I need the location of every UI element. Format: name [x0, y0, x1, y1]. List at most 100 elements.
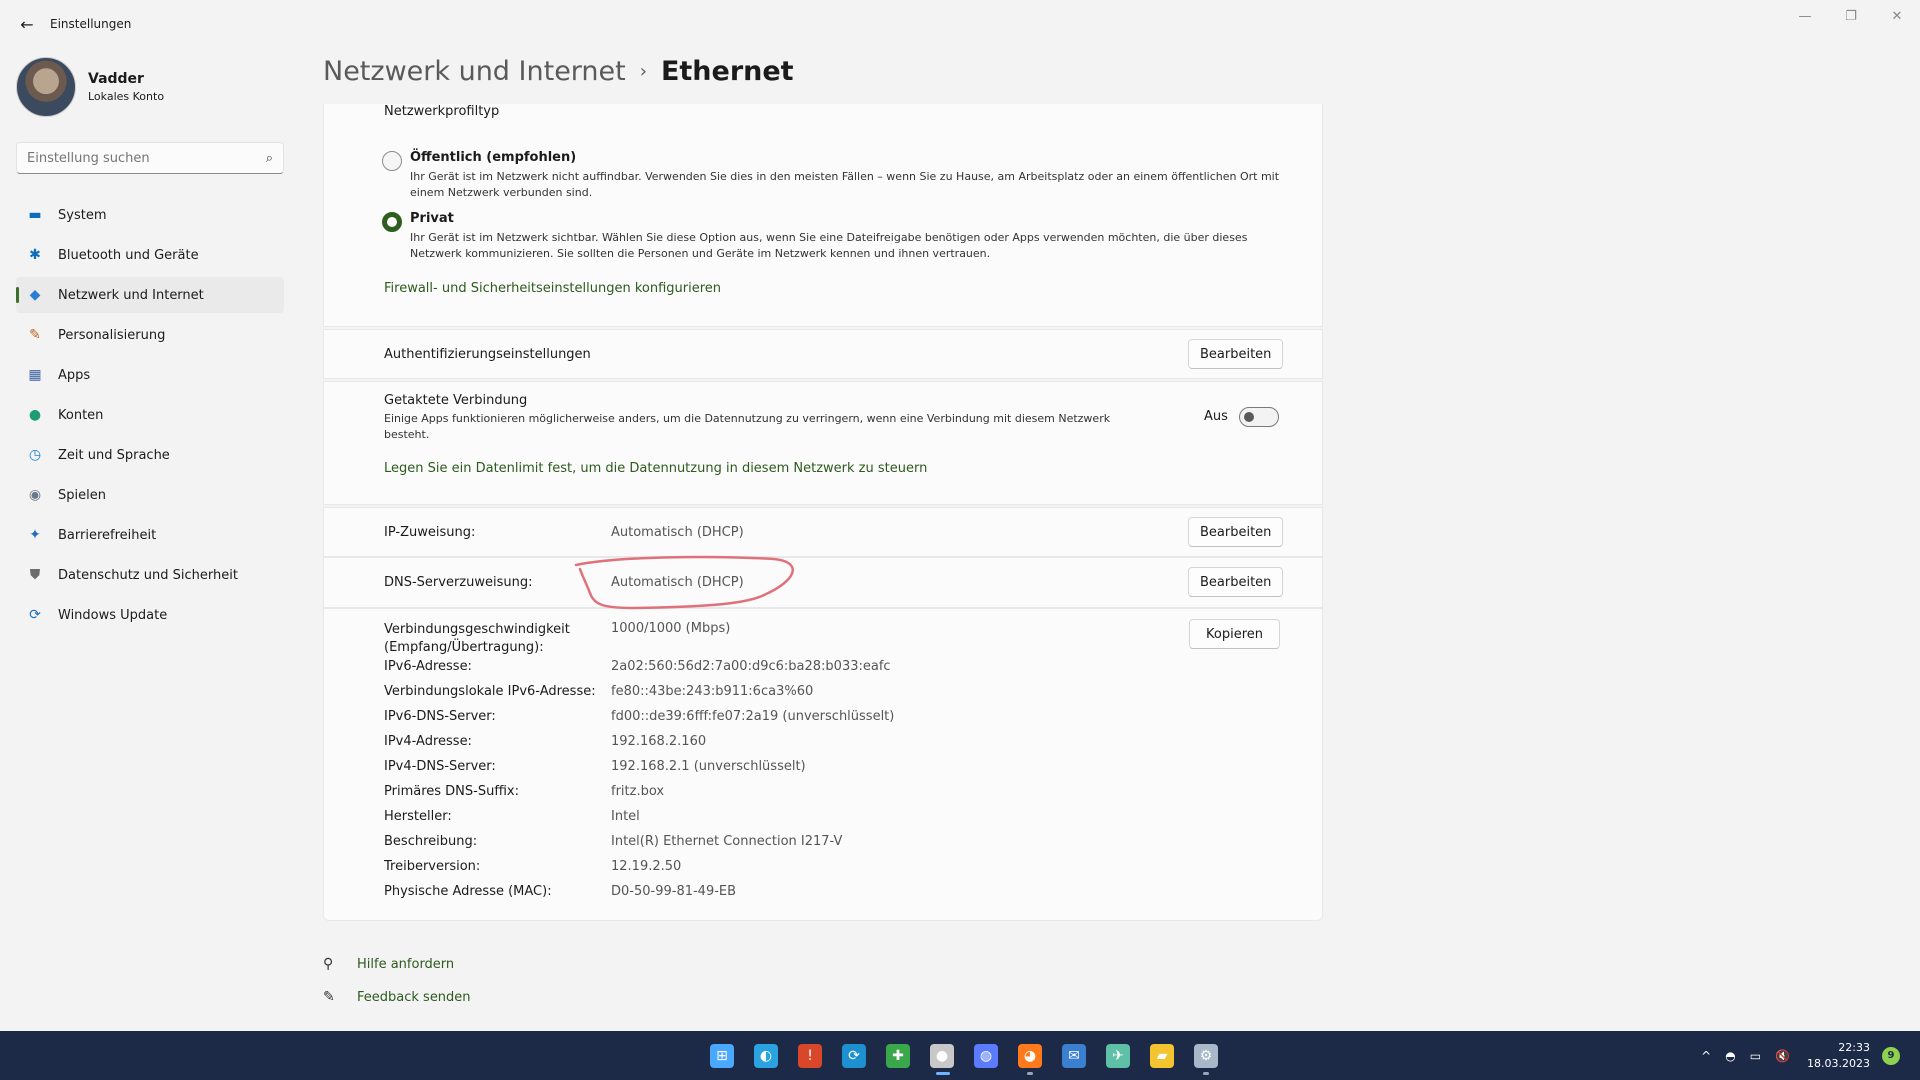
- sidebar-item-label: Barrierefreiheit: [58, 527, 157, 543]
- sidebar-item-barrierefreiheit[interactable]: ✦ Barrierefreiheit: [16, 517, 284, 553]
- feedback-label[interactable]: Feedback senden: [357, 990, 471, 1005]
- taskbar-app-explorer[interactable]: ▰: [1140, 1036, 1184, 1076]
- radio-public-indicator[interactable]: [382, 151, 402, 171]
- toggle-knob: [1244, 412, 1254, 422]
- property-row: IPv6-Adresse: 2a02:560:56d2:7a00:d9c6:ba2…: [384, 659, 891, 679]
- clock-time: 22:33: [1838, 1040, 1870, 1054]
- sidebar-item-zeit-und-sprache[interactable]: ◷ Zeit und Sprache: [16, 437, 284, 473]
- sidebar-item-system[interactable]: ▬ System: [16, 197, 284, 233]
- taskbar-app-edge[interactable]: ◐: [744, 1036, 788, 1076]
- chat-icon: ◍: [974, 1043, 998, 1068]
- radio-private[interactable]: Privat Ihr Gerät ist im Netzwerk sichtba…: [382, 211, 1290, 262]
- property-value: fd00::de39:6fff:fe07:2a19 (unverschlüsse…: [611, 709, 895, 724]
- property-value: 192.168.2.160: [611, 734, 707, 749]
- taskbar-app-app-bird[interactable]: ●: [920, 1036, 964, 1076]
- taskbar-app-sync[interactable]: ⟳: [832, 1036, 876, 1076]
- sidebar-item-netzwerk-und-internet[interactable]: ◆ Netzwerk und Internet: [16, 277, 284, 313]
- auth-edit-button[interactable]: Bearbeiten: [1188, 339, 1284, 369]
- sidebar-item-icon: ◆: [29, 287, 41, 303]
- sidebar-item-label: Netzwerk und Internet: [58, 287, 204, 303]
- dns-assignment-value: Automatisch (DHCP): [611, 575, 744, 590]
- minimize-button[interactable]: —: [1782, 0, 1828, 32]
- taskbar-app-puzzle[interactable]: ✚: [876, 1036, 920, 1076]
- clock-date: 18.03.2023: [1807, 1056, 1870, 1070]
- sidebar-item-apps[interactable]: ▦ Apps: [16, 357, 284, 393]
- sidebar-item-konten[interactable]: ● Konten: [16, 397, 284, 433]
- maximize-button[interactable]: ❐: [1828, 0, 1874, 32]
- property-label: IPv6-Adresse:: [384, 659, 472, 674]
- feedback-icon: ✎: [323, 989, 335, 1005]
- breadcrumb: Netzwerk und Internet › Ethernet: [323, 56, 794, 87]
- feedback-link[interactable]: ✎ Feedback senden: [323, 989, 471, 1005]
- taskbar-app-thunderbird[interactable]: ✉: [1052, 1036, 1096, 1076]
- radio-public[interactable]: Öffentlich (empfohlen) Ihr Gerät ist im …: [382, 150, 1290, 201]
- property-row: Beschreibung: Intel(R) Ethernet Connectio…: [384, 834, 842, 854]
- sidebar-item-label: Zeit und Sprache: [58, 447, 170, 463]
- sync-icon: ⟳: [842, 1043, 866, 1068]
- properties-section: Verbindungsgeschwindigkeit (Empfang/Über…: [323, 608, 1323, 921]
- speed-label: Verbindungsgeschwindigkeit (Empfang/Über…: [384, 621, 570, 657]
- speed-value: 1000/1000 (Mbps): [611, 621, 731, 636]
- notification-badge[interactable]: 9: [1882, 1046, 1900, 1065]
- property-label: IPv6-DNS-Server:: [384, 709, 496, 724]
- firefox-icon: ◕: [1018, 1043, 1042, 1068]
- metered-state-label: Aus: [1204, 409, 1228, 424]
- sidebar-item-personalisierung[interactable]: ✎ Personalisierung: [16, 317, 284, 353]
- sidebar-item-windows-update[interactable]: ⟳ Windows Update: [16, 597, 284, 633]
- tray-app-icon[interactable]: ◓: [1725, 1049, 1735, 1063]
- volume-muted-icon[interactable]: 🔇: [1775, 1049, 1790, 1063]
- radio-public-title: Öffentlich (empfohlen): [410, 150, 577, 165]
- property-label: Beschreibung:: [384, 834, 478, 849]
- help-link[interactable]: ⚲ Hilfe anfordern: [323, 956, 454, 972]
- search-input[interactable]: [27, 150, 266, 166]
- sidebar-item-icon: ✱: [29, 247, 41, 263]
- copy-button[interactable]: Kopieren: [1189, 619, 1280, 649]
- property-label: Primäres DNS-Suffix:: [384, 784, 519, 799]
- data-limit-link[interactable]: Legen Sie ein Datenlimit fest, um die Da…: [384, 461, 927, 476]
- taskbar-app-start[interactable]: ⊞: [700, 1036, 744, 1076]
- help-label[interactable]: Hilfe anfordern: [357, 957, 454, 972]
- ip-edit-button[interactable]: Bearbeiten: [1188, 517, 1284, 547]
- taskbar-app-chat[interactable]: ◍: [964, 1036, 1008, 1076]
- sidebar-item-spielen[interactable]: ◉ Spielen: [16, 477, 284, 513]
- property-label: IPv4-DNS-Server:: [384, 759, 496, 774]
- tray-overflow-icon[interactable]: ^: [1701, 1049, 1711, 1063]
- property-value: fritz.box: [611, 784, 665, 799]
- firewall-settings-link[interactable]: Firewall- und Sicherheitseinstellungen k…: [384, 281, 721, 296]
- metered-connection-section: Getaktete Verbindung Einige Apps funktio…: [323, 381, 1323, 505]
- breadcrumb-parent[interactable]: Netzwerk und Internet: [323, 56, 626, 87]
- search-box[interactable]: ⌕: [16, 142, 284, 174]
- metered-toggle[interactable]: [1239, 407, 1279, 427]
- taskbar-app-app-tools[interactable]: ✈: [1096, 1036, 1140, 1076]
- search-icon[interactable]: ⌕: [266, 151, 273, 166]
- speed-label-line-1: Verbindungsgeschwindigkeit: [384, 622, 570, 637]
- breadcrumb-chevron-icon: ›: [639, 61, 647, 82]
- taskbar-app-app-red[interactable]: !: [788, 1036, 832, 1076]
- taskbar-app-settings[interactable]: ⚙: [1184, 1036, 1228, 1076]
- sidebar-item-icon: ✦: [29, 527, 41, 543]
- thunderbird-icon: ✉: [1062, 1043, 1086, 1068]
- sidebar-item-icon: ●: [28, 407, 42, 423]
- app-title: Einstellungen: [50, 17, 132, 31]
- auth-settings-label: Authentifizierungseinstellungen: [384, 347, 591, 362]
- sidebar-item-bluetooth-und-geräte[interactable]: ✱ Bluetooth und Geräte: [16, 237, 284, 273]
- radio-private-desc: Ihr Gerät ist im Netzwerk sichtbar. Wähl…: [410, 231, 1248, 260]
- user-profile[interactable]: Vadder Lokales Konto: [16, 57, 164, 117]
- dns-edit-button[interactable]: Bearbeiten: [1188, 567, 1284, 597]
- speed-label-line-2: (Empfang/Übertragung):: [384, 640, 544, 655]
- radio-private-indicator[interactable]: [382, 212, 402, 232]
- avatar: [16, 57, 76, 117]
- clock[interactable]: 22:33 18.03.2023: [1807, 1040, 1870, 1072]
- title-bar: ← Einstellungen — ❐ ✕: [0, 0, 1920, 48]
- sidebar-nav: ▬ System ✱ Bluetooth und Geräte ◆ Netzwerk un…: [16, 197, 284, 637]
- back-arrow-icon: ←: [20, 14, 34, 34]
- window-controls: — ❐ ✕: [1782, 0, 1920, 32]
- taskbar-app-firefox[interactable]: ◕: [1008, 1036, 1052, 1076]
- network-icon[interactable]: ▭: [1750, 1049, 1761, 1063]
- back-button[interactable]: ←: [12, 10, 42, 38]
- sidebar-item-datenschutz-und-sicherheit[interactable]: ⛊ Datenschutz und Sicherheit: [16, 557, 284, 593]
- sidebar-item-label: Datenschutz und Sicherheit: [58, 567, 238, 583]
- radio-private-title: Privat: [410, 211, 454, 226]
- property-row: Hersteller: Intel: [384, 809, 640, 829]
- close-button[interactable]: ✕: [1874, 0, 1920, 32]
